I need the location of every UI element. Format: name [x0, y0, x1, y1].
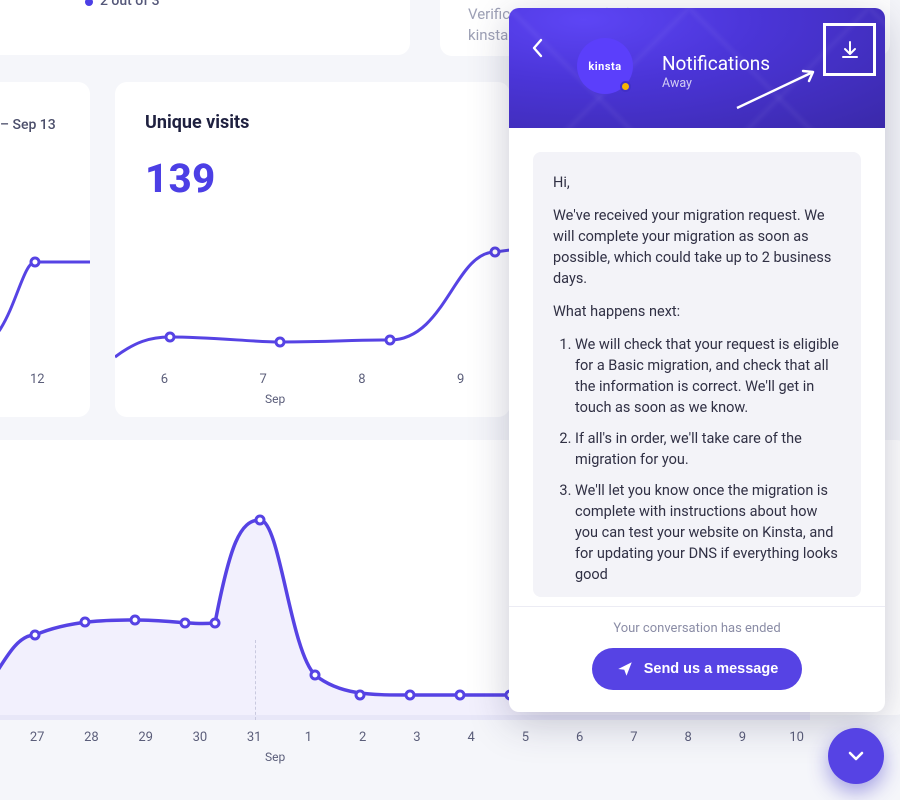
visits-chart-line — [115, 242, 510, 372]
brand-avatar: kinsta — [577, 38, 633, 94]
back-button[interactable] — [531, 38, 543, 62]
conversation-ended: Your conversation has ended — [529, 621, 865, 636]
chat-footer: Your conversation has ended Send us a me… — [509, 606, 885, 712]
mini-chart-tick: 12 — [30, 372, 45, 387]
download-icon — [839, 39, 861, 61]
msg-step: We'll let you know once the migration is… — [575, 480, 841, 585]
chat-panel: kinsta Notifications Away Hi, We've rece… — [509, 8, 885, 712]
chat-message: Hi, We've received your migration reques… — [533, 152, 861, 597]
chevron-down-icon — [846, 746, 866, 766]
card-title: Unique visits — [145, 112, 480, 133]
download-button[interactable] — [823, 23, 876, 76]
visits-month-label: Sep — [265, 392, 285, 406]
unique-visits-value: 139 — [145, 155, 480, 202]
unique-visits-card: Unique visits 139 6 7 8 9 Sep — [115, 82, 510, 417]
presence-indicator-icon — [620, 81, 631, 92]
status-card: 2 out of 3 — [0, 0, 410, 55]
msg-step: If all's in order, we'll take care of th… — [575, 428, 841, 470]
chat-body: Hi, We've received your migration reques… — [509, 128, 885, 606]
send-icon — [616, 660, 634, 678]
mini-chart-card: – Sep 13 12 — [0, 82, 90, 417]
mini-chart-date: – Sep 13 — [0, 117, 56, 133]
mini-chart-line — [0, 242, 90, 362]
msg-steps: We will check that your request is eligi… — [553, 334, 841, 585]
chart-month-divider — [255, 640, 256, 720]
chevron-left-icon — [531, 38, 543, 58]
traffic-month-label: Sep — [265, 750, 285, 764]
msg-paragraph: We've received your migration request. W… — [553, 205, 841, 289]
send-message-button[interactable]: Send us a message — [592, 648, 803, 690]
status-text: 2 out of 3 — [100, 0, 160, 9]
visits-x-ticks: 6 7 8 9 — [115, 372, 510, 387]
send-button-label: Send us a message — [644, 661, 779, 677]
chat-status: Away — [662, 76, 692, 91]
msg-step: We will check that your request is eligi… — [575, 334, 841, 418]
msg-paragraph: What happens next: — [553, 301, 841, 322]
chat-header: kinsta Notifications Away — [509, 8, 885, 128]
chat-title: Notifications — [662, 52, 770, 75]
traffic-x-ticks: 2728 2930 311 23 45 67 89 1011 — [10, 730, 878, 745]
msg-greeting: Hi, — [553, 172, 841, 193]
status-dot-icon — [85, 0, 93, 6]
collapse-fab[interactable] — [828, 728, 884, 784]
brand-name: kinsta — [588, 60, 621, 73]
